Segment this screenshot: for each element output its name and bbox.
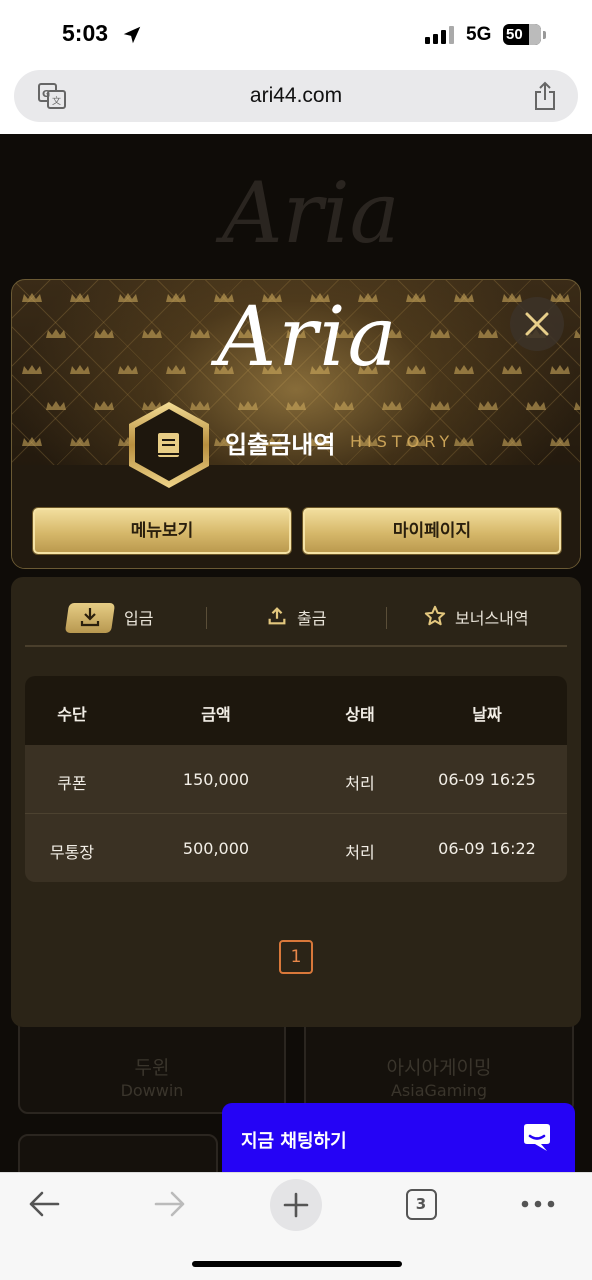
tab-deposit[interactable]: 입금: [124, 605, 153, 629]
download-icon: [80, 608, 100, 627]
address-bar[interactable]: G 文 ari44.com: [14, 70, 578, 122]
bg-card-name-ko: 두윈: [134, 1057, 170, 1079]
share-icon[interactable]: [532, 81, 558, 111]
more-icon: [521, 1200, 555, 1208]
modal-title: 입출금내역: [225, 431, 336, 459]
table-header: 수단 금액 상태 날짜: [25, 676, 567, 745]
tab-count: 3: [405, 1188, 437, 1220]
more-button[interactable]: [516, 1173, 560, 1235]
cell-status: 처리: [345, 843, 375, 862]
close-icon: [525, 312, 549, 336]
history-panel: 입금 출금 보너스내역 수단 금액 상태 날짜 쿠폰 150,000 처리 06…: [11, 577, 581, 1027]
bg-card-name-en: Dowwin: [120, 1081, 184, 1100]
table-row: 쿠폰 150,000 처리 06-09 16:25: [25, 745, 567, 813]
star-icon: [424, 605, 446, 626]
tab-bonus-history[interactable]: 보너스내역: [455, 605, 529, 629]
back-button[interactable]: [20, 1173, 68, 1235]
forward-button[interactable]: [146, 1173, 194, 1235]
cell-amount: 500,000: [182, 839, 250, 858]
history-book-icon: [129, 402, 209, 488]
modal-header: Aria 입출금내역 HISTORY 메뉴보기 마이페이지: [11, 279, 581, 569]
chat-now-button[interactable]: 지금 채팅하기: [222, 1103, 575, 1172]
bg-card-name-ko: 아시아게이밍: [386, 1057, 492, 1079]
table-header-date: 날짜: [472, 705, 502, 724]
modal-title-en: HISTORY: [350, 432, 455, 451]
cell-amount: 150,000: [182, 770, 250, 789]
bg-card-name-en: AsiaGaming: [390, 1081, 488, 1100]
cell-method: 무통장: [49, 843, 95, 862]
cell-date: 06-09 16:25: [438, 770, 536, 789]
menu-button[interactable]: 메뉴보기: [33, 508, 291, 554]
url-text[interactable]: ari44.com: [14, 84, 578, 108]
battery-icon: 50: [503, 24, 541, 45]
cell-date: 06-09 16:22: [438, 839, 536, 858]
chat-bubble-icon: [524, 1124, 550, 1151]
history-tabs: 입금 출금 보너스내역: [25, 577, 567, 647]
browser-address-bar-container: G 文 ari44.com: [0, 66, 592, 134]
new-tab-button[interactable]: [270, 1179, 322, 1231]
close-button[interactable]: [510, 297, 564, 351]
table-header-method: 수단: [57, 705, 87, 724]
network-type: 5G: [466, 24, 492, 45]
chat-label: 지금 채팅하기: [241, 1131, 347, 1152]
signal-icon: [425, 26, 454, 44]
background-logo: Aria: [222, 164, 400, 262]
mypage-button[interactable]: 마이페이지: [303, 508, 561, 554]
table-row: 무통장 500,000 처리 06-09 16:22: [25, 814, 567, 882]
battery-level: 50: [506, 26, 523, 43]
table-header-amount: 금액: [201, 705, 231, 724]
page-content: Aria 두윈 Dowwin 아시아게이밍 AsiaGaming Aria 입출…: [0, 134, 592, 1172]
background-card[interactable]: [18, 1134, 218, 1172]
aria-logo: Aria: [217, 290, 399, 385]
arrow-right-icon: [154, 1191, 185, 1217]
history-table: 수단 금액 상태 날짜 쿠폰 150,000 처리 06-09 16:25 무통…: [25, 676, 567, 882]
status-time: 5:03: [62, 20, 109, 46]
plus-icon: [283, 1192, 309, 1218]
cell-method: 쿠폰: [57, 774, 87, 793]
upload-icon: [268, 607, 286, 625]
status-bar: 5:03 5G 50: [0, 0, 592, 66]
arrow-left-icon: [29, 1191, 60, 1217]
home-indicator: [192, 1261, 402, 1267]
pagination-page-1[interactable]: 1: [279, 940, 313, 974]
tabs-button[interactable]: 3: [398, 1173, 444, 1235]
cell-status: 처리: [345, 774, 375, 793]
tab-withdraw[interactable]: 출금: [297, 605, 326, 629]
table-header-status: 상태: [345, 705, 375, 724]
location-arrow-icon: [123, 26, 141, 44]
